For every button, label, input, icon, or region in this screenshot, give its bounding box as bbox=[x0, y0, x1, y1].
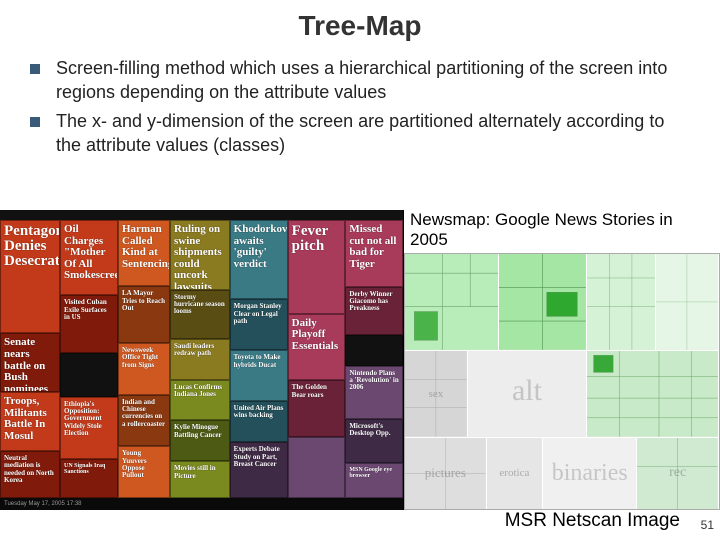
netscan-label: pictures bbox=[405, 438, 486, 509]
news-cell: Toyota to Make hybrids Ducat bbox=[230, 350, 288, 401]
netscan-label: binaries bbox=[543, 438, 636, 509]
news-cell: Experts Debate Study on Part, Breast Can… bbox=[230, 442, 288, 498]
news-cell bbox=[288, 437, 346, 498]
netscan-label: alt bbox=[468, 351, 586, 437]
news-cell: Pentagon Denies Desecration bbox=[0, 220, 60, 333]
news-cell: Stormy hurricane season looms bbox=[170, 290, 230, 339]
bullet-list: Screen-filling method which uses a hiera… bbox=[0, 56, 720, 169]
news-cell: Missed cut not all bad for Tiger bbox=[345, 220, 403, 287]
news-cell: UN Signals Iraq Sanctions bbox=[60, 459, 118, 498]
newsmap-header-bar bbox=[0, 210, 403, 220]
news-cell: Oil Charges "Mother Of All Smokescreens" bbox=[60, 220, 118, 295]
news-cell: Khodorkovsky awaits 'guilty' verdict bbox=[230, 220, 288, 299]
newsmap-figure: Pentagon Denies Desecration Senate nears… bbox=[0, 210, 404, 510]
news-cell: Saudi leaders redraw path bbox=[170, 339, 230, 380]
news-cell: Fever pitch bbox=[288, 220, 346, 314]
news-cell: Neutral mediation is needed on North Kor… bbox=[0, 451, 60, 498]
news-cell: Ruling on swine shipments could uncork l… bbox=[170, 220, 230, 290]
netscan-label: rec bbox=[637, 438, 718, 509]
bullet-item: Screen-filling method which uses a hiera… bbox=[30, 56, 690, 105]
news-cell: Troops, Militants Battle In Mosul bbox=[0, 392, 60, 451]
news-cell: The Golden Bear roars bbox=[288, 380, 346, 436]
news-cell: Harman Called Kind at Sentencing bbox=[118, 220, 170, 286]
news-cell: Morgan Stanley Clear on Legal path bbox=[230, 299, 288, 350]
news-cell: Lucas Confirms Indiana Jones bbox=[170, 380, 230, 421]
netscan-figure: sex alt pictures erotica binaries bbox=[404, 253, 720, 510]
square-bullet-icon bbox=[30, 117, 40, 127]
news-cell: Daily Playoff Essentials bbox=[288, 314, 346, 381]
newsmap-caption: Newsmap: Google News Stories in 2005 bbox=[404, 210, 720, 253]
news-cell: Derby Winner Giacomo has Preakness bbox=[345, 287, 403, 336]
news-cell: MSN Google eye browser bbox=[345, 463, 403, 498]
bullet-text: The x- and y-dimension of the screen are… bbox=[56, 109, 690, 158]
news-cell: Ethiopia's Opposition: Government Widely… bbox=[60, 397, 118, 459]
newsmap-footer: Tuesday May 17, 2005 17:38 bbox=[0, 498, 403, 510]
news-cell: Senate nears battle on Bush nominees bbox=[0, 333, 60, 392]
slide-title: Tree-Map bbox=[0, 0, 720, 56]
news-cell: Nintendo Plans a 'Revolution' in 2006 bbox=[345, 366, 403, 419]
bullet-text: Screen-filling method which uses a hiera… bbox=[56, 56, 690, 105]
netscan-label: erotica bbox=[487, 438, 543, 509]
news-cell: United Air Plans wins backing bbox=[230, 401, 288, 442]
news-cell: Microsoft's Desktop Opp. bbox=[345, 419, 403, 463]
news-cell bbox=[60, 353, 118, 397]
page-number: 51 bbox=[701, 518, 714, 532]
netscan-label: sex bbox=[405, 351, 467, 437]
news-cell: Kylie Minogue Battling Cancer bbox=[170, 420, 230, 461]
news-cell: LA Mayor Tries to Reach Out bbox=[118, 286, 170, 343]
news-cell: Indian and Chinese currencies on a rolle… bbox=[118, 395, 170, 447]
news-cell bbox=[345, 335, 403, 366]
square-bullet-icon bbox=[30, 64, 40, 74]
bullet-item: The x- and y-dimension of the screen are… bbox=[30, 109, 690, 158]
news-cell: Young Yuuvers Oppose Pullout bbox=[118, 446, 170, 498]
news-cell: Movies still in Picture bbox=[170, 461, 230, 498]
netscan-caption: MSR Netscan Image bbox=[505, 510, 680, 532]
news-cell: Newsweek Office Tight from Signs bbox=[118, 343, 170, 395]
news-cell: Visited Cuban Exile Surfaces in US bbox=[60, 295, 118, 352]
